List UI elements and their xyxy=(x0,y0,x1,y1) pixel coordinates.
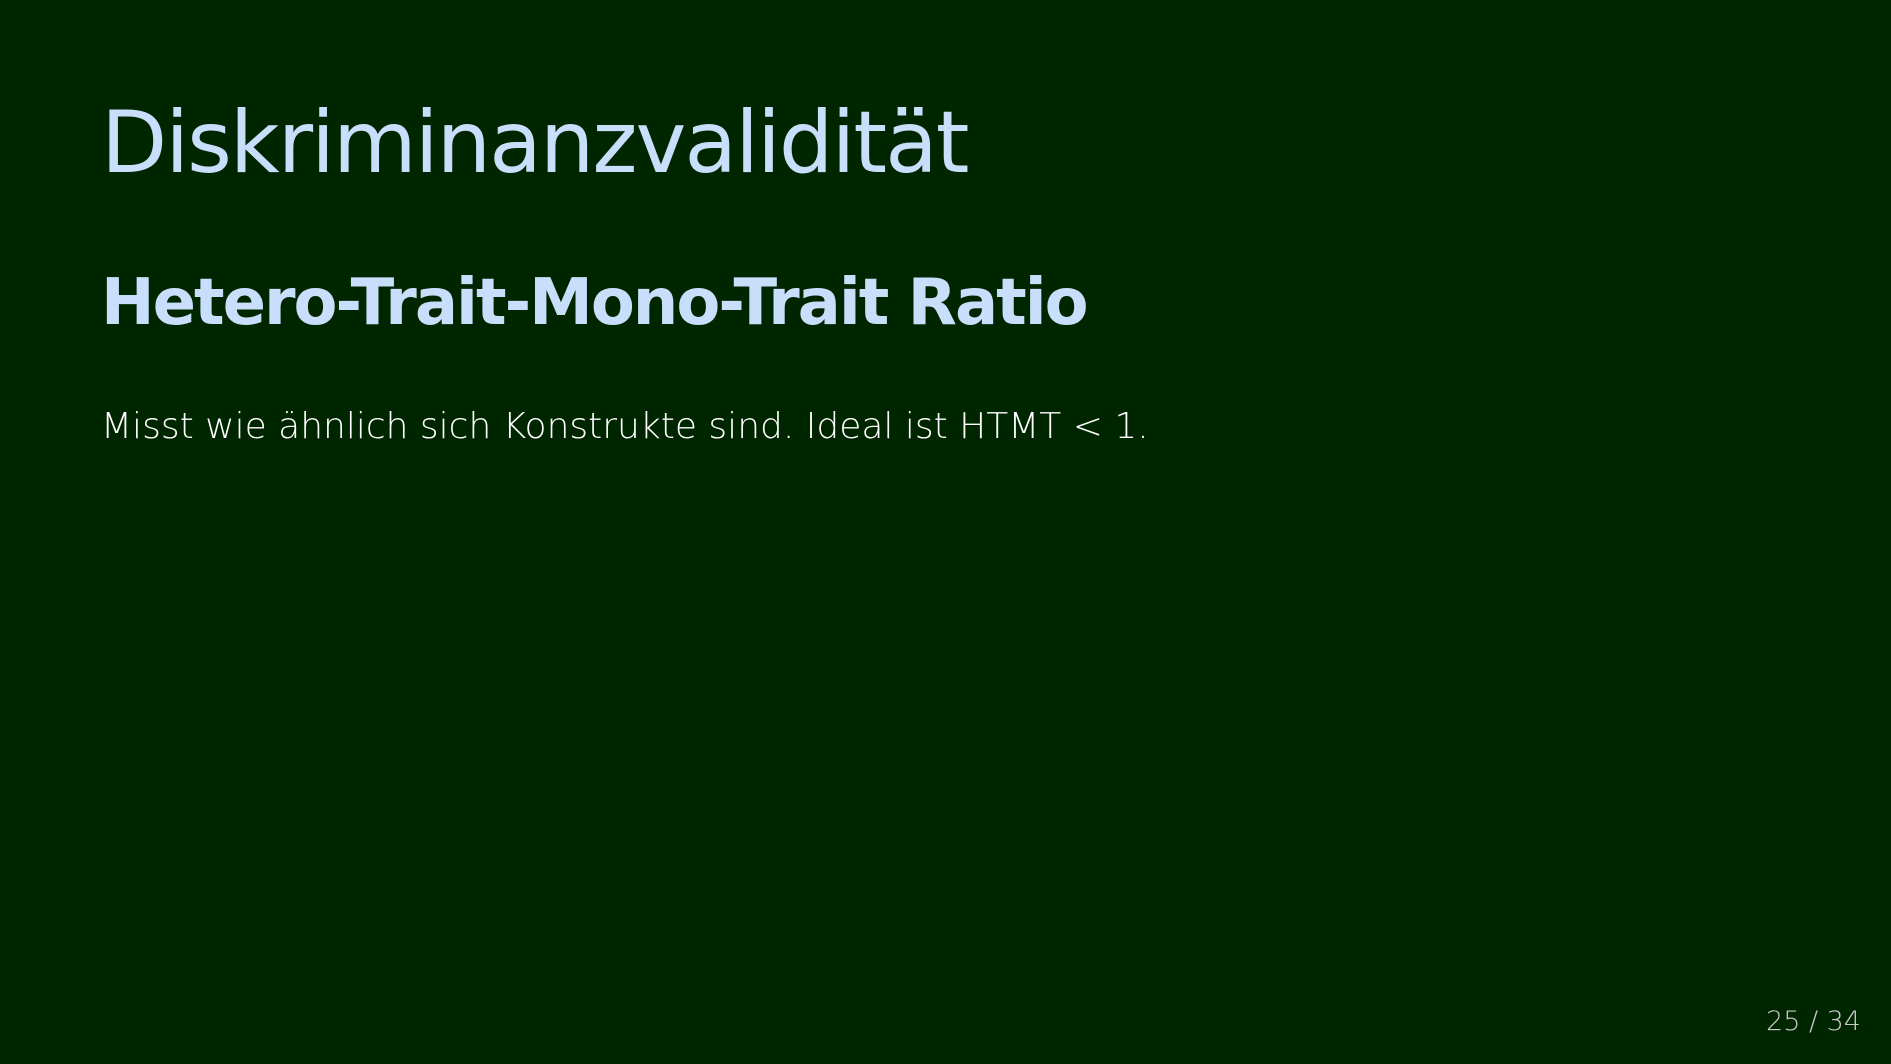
slide-title: Diskriminanzvalidität xyxy=(101,93,970,193)
slide-body-text: Misst wie ähnlich sich Konstrukte sind. … xyxy=(101,406,1149,447)
slide-subtitle: Hetero-Trait-Mono-Trait Ratio xyxy=(101,266,1089,340)
slide-page-number: 25 / 34 xyxy=(1766,1006,1861,1037)
presentation-slide: Diskriminanzvalidität Hetero-Trait-Mono-… xyxy=(0,0,1891,1064)
